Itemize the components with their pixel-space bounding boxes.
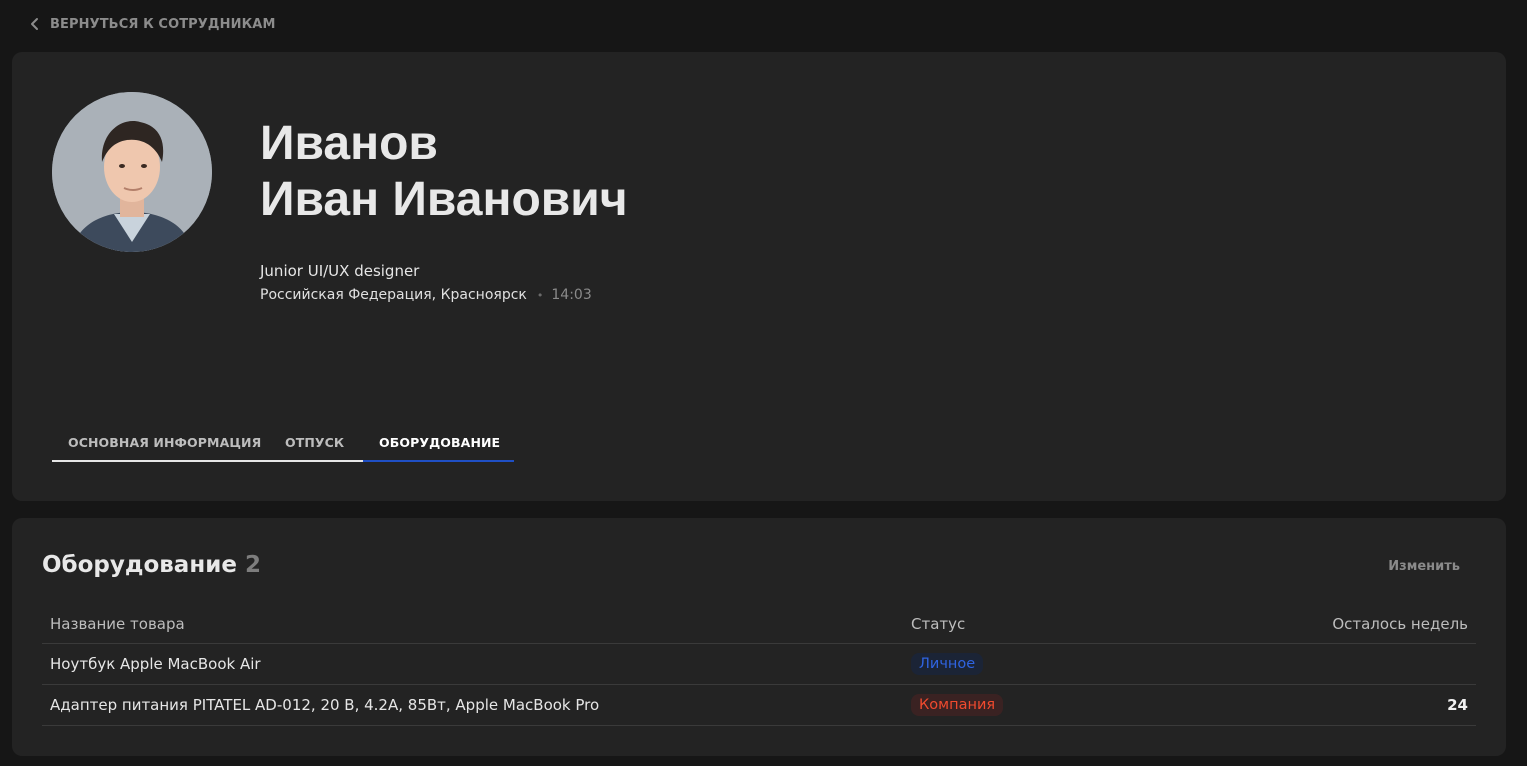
- employee-last-name: Иванов: [260, 117, 438, 170]
- equipment-card: Оборудование 2 Изменить Название товара …: [12, 518, 1506, 756]
- item-status-cell: Компания: [903, 694, 1183, 716]
- edit-button[interactable]: Изменить: [1388, 559, 1460, 574]
- table-header: Название товара Статус Осталось недель: [42, 604, 1476, 644]
- tab-equipment[interactable]: ОБОРУДОВАНИЕ: [363, 424, 514, 462]
- employee-location: Российская Федерация, Красноярск: [260, 287, 527, 303]
- employee-name: Иванов Иван Иванович: [260, 116, 628, 228]
- back-to-employees-link[interactable]: ВЕРНУТЬСЯ К СОТРУДНИКАМ: [28, 14, 276, 34]
- profile-tabs: ОСНОВНАЯ ИНФОРМАЦИЯ ОТПУСК ОБОРУДОВАНИЕ: [52, 424, 514, 462]
- tab-main-info[interactable]: ОСНОВНАЯ ИНФОРМАЦИЯ: [52, 424, 268, 462]
- item-name: Ноутбук Apple MacBook Air: [50, 655, 261, 673]
- equipment-table: Название товара Статус Осталось недель Н…: [42, 604, 1476, 726]
- column-header-status: Статус: [911, 614, 966, 633]
- equipment-title: Оборудование 2: [42, 552, 261, 578]
- employee-location-row: Российская Федерация, Красноярск • 14:03: [260, 287, 592, 303]
- tab-vacation[interactable]: ОТПУСК: [268, 424, 363, 462]
- employee-local-time: 14:03: [551, 287, 592, 303]
- equipment-title-label: Оборудование: [42, 552, 237, 578]
- table-row[interactable]: Ноутбук Apple MacBook Air Личное: [42, 644, 1476, 685]
- column-header-name: Название товара: [50, 614, 185, 633]
- avatar: [52, 92, 212, 252]
- status-badge: Компания: [911, 694, 1004, 716]
- separator-dot: •: [536, 288, 544, 302]
- equipment-count: 2: [244, 552, 261, 578]
- employee-position: Junior UI/UX designer: [260, 262, 420, 280]
- table-row[interactable]: Адаптер питания PITATEL AD-012, 20 В, 4.…: [42, 685, 1476, 726]
- back-link-label: ВЕРНУТЬСЯ К СОТРУДНИКАМ: [50, 16, 276, 32]
- item-status-cell: Личное: [903, 653, 1183, 675]
- item-weeks-left: 24: [1447, 696, 1468, 714]
- item-name: Адаптер питания PITATEL AD-012, 20 В, 4.…: [50, 696, 600, 714]
- employee-first-middle-name: Иван Иванович: [260, 173, 628, 226]
- profile-card: Иванов Иван Иванович Junior UI/UX design…: [12, 52, 1506, 501]
- avatar-photo: [52, 92, 212, 252]
- column-header-weeks-left: Осталось недель: [1332, 614, 1468, 633]
- chevron-left-icon: [31, 18, 38, 30]
- status-badge: Личное: [911, 653, 984, 675]
